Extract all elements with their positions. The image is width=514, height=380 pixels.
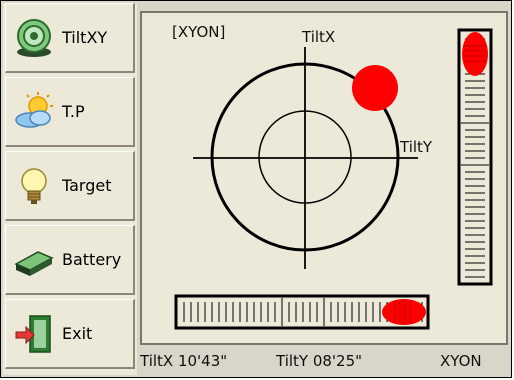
battery-icon: [14, 250, 54, 276]
tilt-target-icon: [17, 18, 51, 57]
sidebar-item-label: Battery: [62, 250, 122, 269]
mode-label: [XYON]: [172, 23, 225, 41]
mode-readout: XYON: [440, 352, 482, 370]
horizontal-vial-bubble: [382, 299, 426, 325]
sidebar-item-tiltxy[interactable]: TiltXY: [5, 3, 135, 73]
weather-icon: [15, 91, 53, 128]
sidebar: TiltXY T.P Target Battery Exit: [3, 3, 137, 375]
sidebar-item-exit[interactable]: Exit: [5, 299, 135, 369]
sidebar-item-label: T.P: [62, 102, 85, 121]
sidebar-item-label: Exit: [62, 324, 93, 343]
tilt-graphic: [XYON] TiltX TiltY: [172, 23, 493, 330]
tilt-y-readout: TiltY 08'25": [276, 352, 363, 370]
tiltx-axis-label: TiltX: [301, 28, 335, 46]
vertical-vial-bubble: [462, 32, 488, 76]
status-bar: TiltX 10'43" TiltY 08'25" XYON: [140, 349, 510, 375]
sidebar-item-label: Target: [62, 176, 112, 195]
sidebar-item-battery[interactable]: Battery: [5, 225, 135, 295]
level-bubble: [352, 65, 398, 111]
sidebar-item-tp[interactable]: T.P: [5, 77, 135, 147]
sidebar-item-target[interactable]: Target: [5, 151, 135, 221]
app-window: TiltXY T.P Target Battery Exit [XYON] Ti…: [0, 0, 512, 378]
exit-door-icon: [15, 314, 51, 353]
tilty-axis-label: TiltY: [399, 138, 433, 156]
tilt-x-readout: TiltX 10'43": [140, 352, 228, 370]
sidebar-item-label: TiltXY: [62, 28, 108, 47]
lightbulb-icon: [21, 167, 47, 204]
tilt-display-panel: [XYON] TiltX TiltY: [140, 11, 508, 345]
